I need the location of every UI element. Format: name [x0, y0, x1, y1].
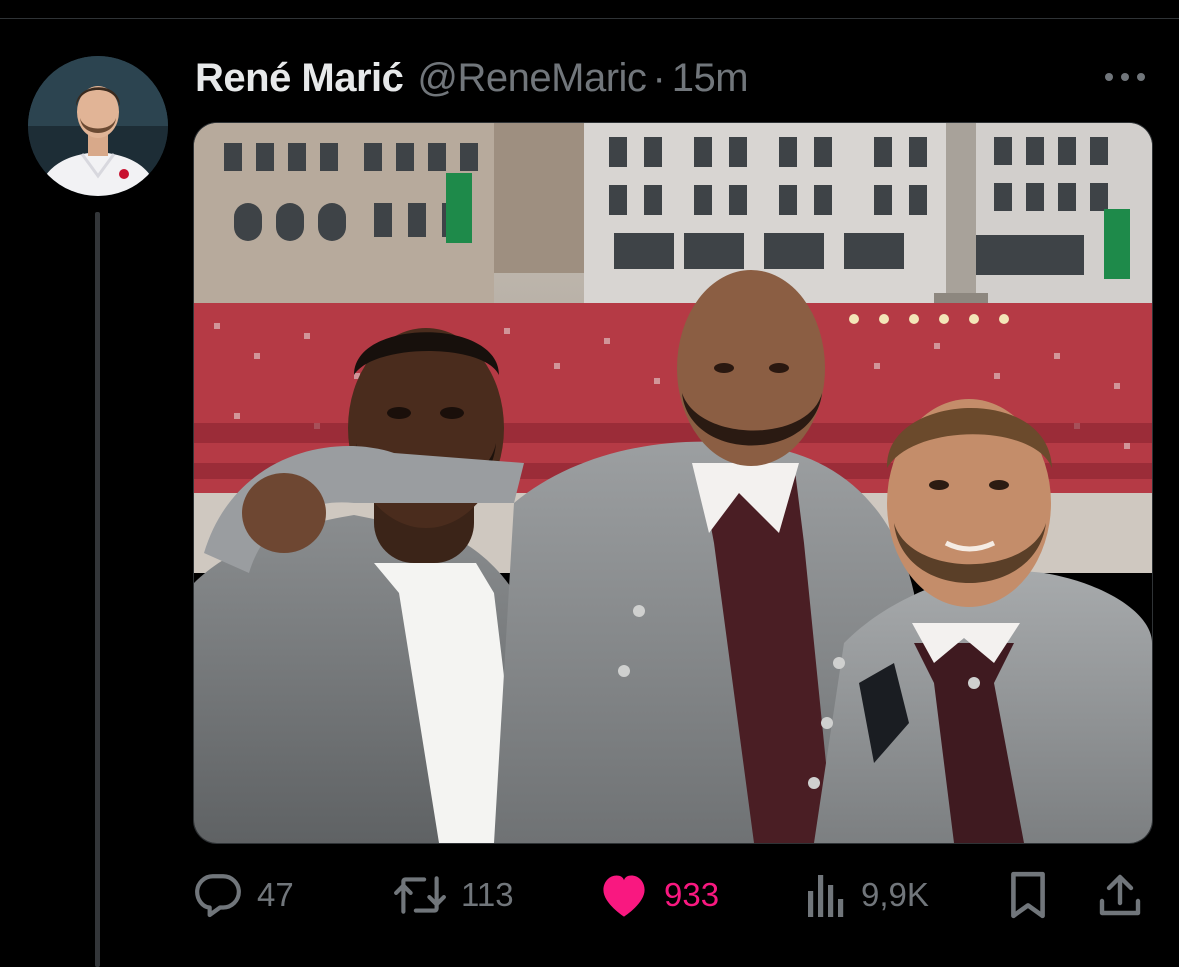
timestamp[interactable]: 15m	[672, 56, 749, 101]
views-button[interactable]: 9,9K	[805, 860, 929, 930]
avatar[interactable]	[28, 56, 168, 196]
separator-dot: ·	[652, 55, 666, 100]
like-button[interactable]: 933	[598, 860, 719, 930]
reply-button[interactable]: 47	[193, 860, 294, 930]
photo-illustration	[194, 123, 1152, 843]
retweet-count: 113	[461, 876, 514, 913]
retweet-button[interactable]: 113	[393, 860, 514, 930]
avatar-image	[28, 56, 168, 196]
tweet-photo[interactable]	[193, 122, 1153, 844]
tweet-header: René Marić @ReneMaric · 15m	[195, 54, 749, 102]
reply-icon	[195, 874, 241, 918]
tweet-actions: 47 113 933 9,9K	[193, 860, 1153, 930]
like-count: 933	[664, 876, 720, 913]
share-icon	[1099, 874, 1141, 916]
share-button[interactable]	[1098, 860, 1142, 930]
display-name[interactable]: René Marić	[195, 56, 404, 101]
top-divider	[0, 18, 1179, 19]
reply-count: 47	[257, 876, 294, 913]
bookmark-icon	[1011, 871, 1045, 919]
views-icon	[808, 875, 844, 917]
heart-icon	[603, 875, 645, 917]
views-count: 9,9K	[861, 876, 929, 913]
retweet-icon	[394, 876, 446, 914]
more-icon	[1105, 73, 1145, 81]
thread-line	[95, 212, 100, 967]
tweet-page: René Marić @ReneMaric · 15m 47 113 933 9…	[0, 0, 1179, 967]
user-handle[interactable]: @ReneMaric	[417, 56, 647, 101]
bookmark-button[interactable]	[1008, 860, 1048, 930]
more-button[interactable]	[1100, 62, 1150, 92]
